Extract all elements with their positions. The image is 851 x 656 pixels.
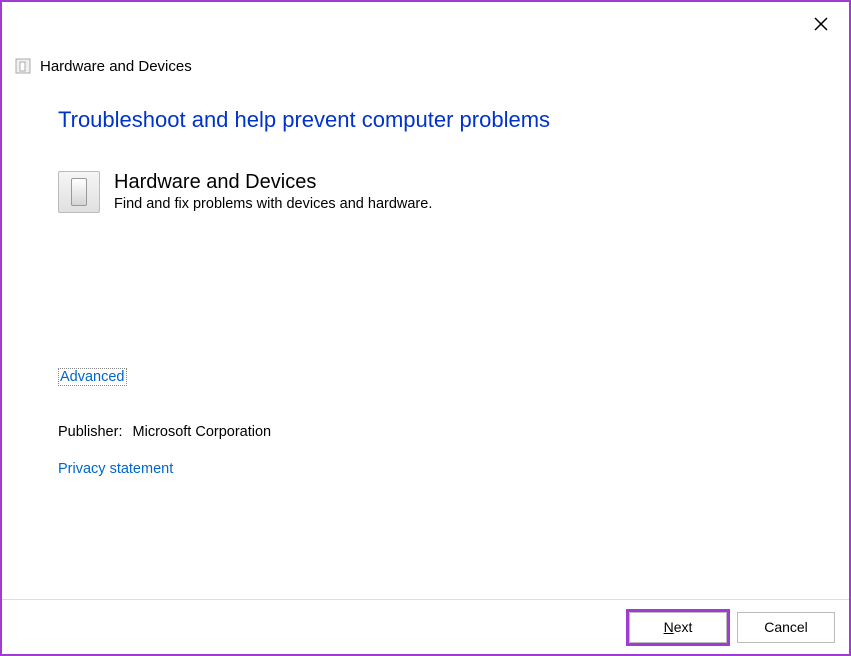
advanced-link[interactable]: Advanced xyxy=(58,368,127,386)
troubleshooter-title: Hardware and Devices xyxy=(114,171,432,194)
close-icon xyxy=(814,17,828,31)
publisher-value: Microsoft Corporation xyxy=(133,424,272,440)
publisher-row: Publisher: Microsoft Corporation xyxy=(58,424,793,440)
next-button-accelerator: N xyxy=(664,619,674,635)
privacy-statement-link[interactable]: Privacy statement xyxy=(58,461,173,477)
cancel-button[interactable]: Cancel xyxy=(737,612,835,643)
next-button[interactable]: Next xyxy=(629,612,727,643)
next-button-rest: ext xyxy=(674,619,693,635)
troubleshooter-small-icon xyxy=(14,57,32,75)
publisher-label: Publisher: xyxy=(58,424,122,440)
main-content: Troubleshoot and help prevent computer p… xyxy=(2,75,849,478)
troubleshooter-block: Hardware and Devices Find and fix proble… xyxy=(58,171,793,213)
page-heading: Troubleshoot and help prevent computer p… xyxy=(58,107,793,133)
window-title: Hardware and Devices xyxy=(40,58,192,75)
troubleshooter-large-icon xyxy=(58,171,100,213)
window-header: Hardware and Devices xyxy=(2,2,849,75)
troubleshooter-description: Find and fix problems with devices and h… xyxy=(114,196,432,212)
footer-button-bar: Next Cancel xyxy=(2,599,849,654)
close-button[interactable] xyxy=(805,10,837,38)
troubleshooter-text: Hardware and Devices Find and fix proble… xyxy=(114,171,432,213)
